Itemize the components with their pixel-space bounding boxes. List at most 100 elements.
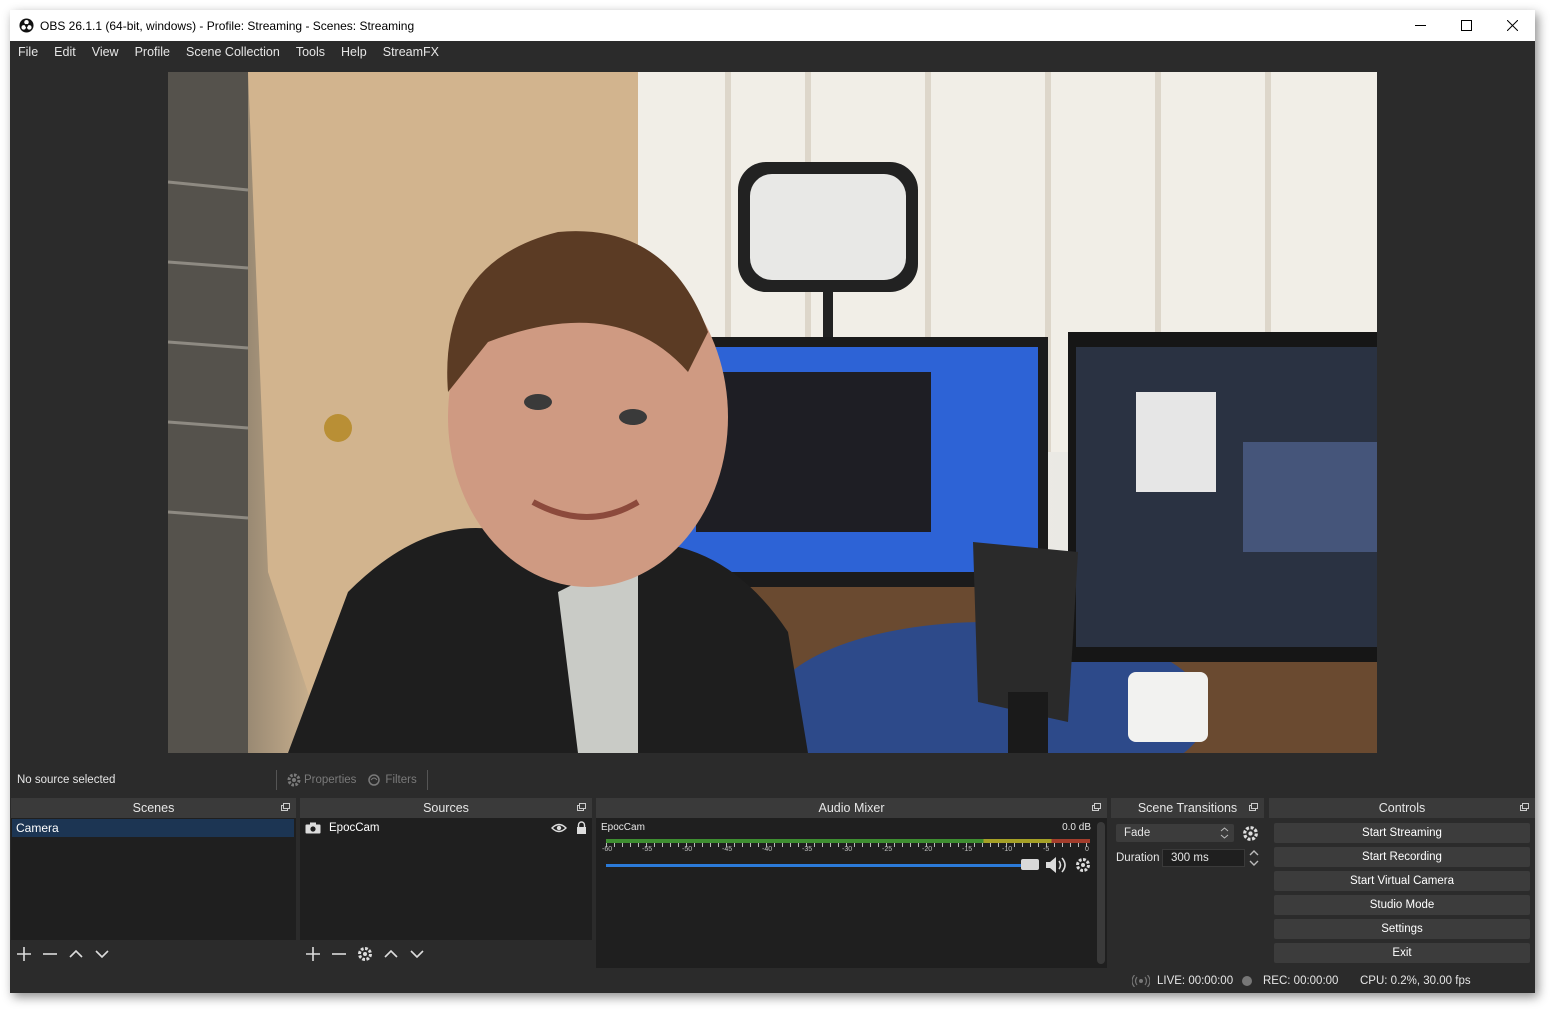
move-source-down-button[interactable] <box>404 941 430 967</box>
maximize-icon <box>1460 20 1472 31</box>
channel-name: EpocCam <box>601 822 645 833</box>
tick-label: -50 <box>682 846 693 853</box>
rec-timer: REC: 00:00:00 <box>1263 975 1339 987</box>
scene-item-camera[interactable]: Camera <box>12 819 294 837</box>
scenes-dock: Scenes Camera <box>11 798 296 968</box>
maximize-button[interactable] <box>1443 10 1489 41</box>
start-streaming-button[interactable]: Start Streaming <box>1274 823 1530 843</box>
start-virtual-camera-button[interactable]: Start Virtual Camera <box>1274 871 1530 891</box>
audio-mixer-title: Audio Mixer <box>818 801 885 815</box>
obs-logo-icon <box>19 18 34 33</box>
tick-label: -60 <box>602 846 613 853</box>
transition-select[interactable]: Fade <box>1116 824 1234 842</box>
sources-footer <box>300 940 592 968</box>
undock-icon[interactable] <box>1092 803 1101 811</box>
controls-body: Start Streaming Start Recording Start Vi… <box>1269 818 1535 968</box>
start-recording-button[interactable]: Start Recording <box>1274 847 1530 867</box>
menu-edit[interactable]: Edit <box>46 45 84 59</box>
menu-profile[interactable]: Profile <box>127 45 178 59</box>
exit-button[interactable]: Exit <box>1274 943 1530 963</box>
duration-label: Duration <box>1116 852 1160 864</box>
tick-label: -20 <box>922 846 933 853</box>
settings-button[interactable]: Settings <box>1274 919 1530 939</box>
scene-transitions-header: Scene Transitions <box>1111 798 1264 818</box>
gear-icon <box>287 773 301 787</box>
scenes-footer <box>11 940 296 968</box>
menu-help[interactable]: Help <box>333 45 375 59</box>
tick-label: -45 <box>722 846 733 853</box>
audio-mixer-dock: Audio Mixer EpocCam 0.0 dB -60 -55 -50 -… <box>596 798 1107 968</box>
chevron-up-icon <box>384 949 398 958</box>
tick-label: -5 <box>1043 846 1050 853</box>
scene-transitions-dock: Scene Transitions Fade Duration 300 ms <box>1111 798 1264 968</box>
camera-preview[interactable] <box>168 72 1377 753</box>
add-source-button[interactable] <box>300 941 326 967</box>
window-title: OBS 26.1.1 (64-bit, windows) - Profile: … <box>40 18 415 33</box>
duration-input[interactable]: 300 ms <box>1162 849 1245 867</box>
menu-tools[interactable]: Tools <box>288 45 333 59</box>
minus-icon <box>43 953 57 955</box>
remove-scene-button[interactable] <box>37 941 63 967</box>
speaker-icon[interactable] <box>1045 856 1069 874</box>
mixer-scrollbar[interactable] <box>1097 822 1105 964</box>
duration-value: 300 ms <box>1171 852 1209 864</box>
tick-label: -35 <box>802 846 813 853</box>
toolbar-divider <box>426 770 428 790</box>
add-scene-button[interactable] <box>11 941 37 967</box>
eye-icon[interactable] <box>551 823 567 833</box>
camera-icon <box>305 822 321 834</box>
volume-fader-track[interactable] <box>606 864 1026 867</box>
sources-dock: Sources EpocCam <box>300 798 592 968</box>
status-bar: LIVE: 00:00:00 REC: 00:00:00 CPU: 0.2%, … <box>10 968 1535 993</box>
menu-file[interactable]: File <box>10 45 46 59</box>
gear-icon[interactable] <box>1075 857 1091 873</box>
gear-icon[interactable] <box>1242 825 1259 842</box>
camera-preview-image <box>168 72 1377 753</box>
tick-label: -30 <box>842 846 853 853</box>
sources-title: Sources <box>423 801 469 815</box>
toolbar-divider <box>276 770 277 790</box>
move-scene-down-button[interactable] <box>89 941 115 967</box>
menu-view[interactable]: View <box>84 45 127 59</box>
menu-scene-collection[interactable]: Scene Collection <box>178 45 288 59</box>
filters-label: Filters <box>385 774 417 786</box>
minus-icon <box>332 953 346 955</box>
channel-level: 0.0 dB <box>1062 822 1091 833</box>
gear-icon <box>358 947 372 961</box>
filters-button[interactable]: Filters <box>362 773 422 787</box>
menu-bar: File Edit View Profile Scene Collection … <box>10 41 1535 62</box>
duration-stepper-icon[interactable] <box>1248 848 1260 868</box>
tick-label: 0 <box>1085 846 1089 853</box>
undock-icon[interactable] <box>1520 803 1529 811</box>
move-source-up-button[interactable] <box>378 941 404 967</box>
plus-icon <box>306 947 320 961</box>
undock-icon[interactable] <box>577 803 586 811</box>
undock-icon[interactable] <box>281 803 290 811</box>
tick-label: -15 <box>962 846 973 853</box>
close-button[interactable] <box>1489 10 1535 41</box>
chevron-up-icon <box>69 949 83 958</box>
cpu-fps: CPU: 0.2%, 30.00 fps <box>1360 975 1471 987</box>
source-item[interactable]: EpocCam <box>301 819 591 837</box>
record-dot-icon <box>1242 976 1252 986</box>
source-properties-button[interactable] <box>352 941 378 967</box>
studio-mode-button[interactable]: Studio Mode <box>1274 895 1530 915</box>
filters-icon <box>368 774 381 786</box>
menu-streamfx[interactable]: StreamFX <box>375 45 447 59</box>
properties-button[interactable]: Properties <box>281 773 362 787</box>
tick-label: -55 <box>642 846 653 853</box>
no-source-label: No source selected <box>17 774 116 786</box>
sources-dock-header: Sources <box>300 798 592 818</box>
move-scene-up-button[interactable] <box>63 941 89 967</box>
tick-label: -10 <box>1002 846 1013 853</box>
source-toolbar: No source selected Properties Filters <box>10 763 1535 797</box>
lock-icon[interactable] <box>576 821 587 834</box>
obs-window: OBS 26.1.1 (64-bit, windows) - Profile: … <box>10 10 1535 993</box>
live-timer: LIVE: 00:00:00 <box>1157 975 1234 987</box>
minimize-button[interactable] <box>1397 10 1443 41</box>
undock-icon[interactable] <box>1249 803 1258 811</box>
remove-source-button[interactable] <box>326 941 352 967</box>
properties-label: Properties <box>304 774 357 786</box>
volume-fader-handle[interactable] <box>1021 859 1039 870</box>
audio-mixer-header: Audio Mixer <box>596 798 1107 818</box>
